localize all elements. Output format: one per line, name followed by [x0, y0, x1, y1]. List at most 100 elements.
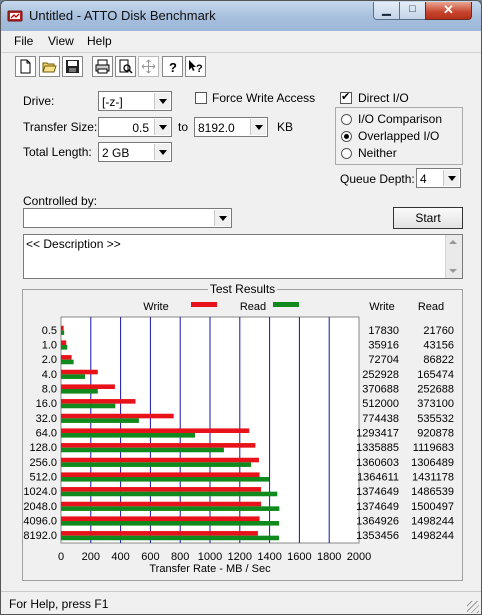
save-icon: [66, 60, 79, 73]
total-length-select[interactable]: 2 GB: [98, 142, 172, 162]
menu-help[interactable]: Help: [87, 34, 112, 48]
description-scrollbar[interactable]: [445, 235, 462, 278]
write-value: 35916: [368, 340, 399, 352]
menu-file[interactable]: File: [14, 34, 33, 48]
force-write-checkbox[interactable]: [195, 92, 207, 104]
window-title: Untitled - ATTO Disk Benchmark: [29, 8, 216, 23]
minimize-button[interactable]: ▁: [373, 2, 400, 20]
write-bar: [61, 399, 136, 404]
x-tick-label: 1200: [228, 551, 252, 563]
write-value: 17830: [368, 325, 399, 337]
x-tick-label: 0: [58, 551, 64, 563]
help-button[interactable]: ?: [162, 56, 183, 77]
chevron-down-icon[interactable]: [214, 210, 230, 226]
overlapped-io-label[interactable]: Overlapped I/O: [358, 129, 439, 143]
print-button[interactable]: [92, 56, 113, 77]
chevron-down-icon[interactable]: [443, 170, 459, 186]
write-value: 1364611: [357, 472, 399, 484]
read-value: 373100: [417, 398, 454, 410]
neither-label[interactable]: Neither: [358, 146, 397, 160]
read-bar: [61, 491, 278, 497]
read-value: 21760: [423, 325, 454, 337]
menu-view[interactable]: View: [48, 34, 74, 48]
category-label: 4.0: [42, 369, 57, 381]
minimize-icon: ▁: [382, 4, 391, 16]
read-bar: [61, 345, 68, 350]
test-results-panel: Test Results Write Read Write Read 0.5 1.…: [22, 282, 463, 581]
drive-select[interactable]: [-z-]: [98, 91, 172, 111]
chevron-down-icon[interactable]: [154, 119, 170, 135]
x-tick-label: 1000: [198, 551, 222, 563]
read-bar: [61, 535, 280, 541]
app-window: Untitled - ATTO Disk Benchmark ▁ □ ✕ Fil…: [0, 0, 482, 615]
write-bar: [61, 428, 250, 433]
description-textarea[interactable]: << Description >>: [23, 234, 463, 279]
transfer-max-select[interactable]: 8192.0: [194, 117, 268, 137]
column-write-header: Write: [369, 301, 394, 313]
print-preview-button[interactable]: [115, 56, 136, 77]
save-button[interactable]: [62, 56, 83, 77]
write-value: 1374649: [356, 501, 399, 513]
results-title-text: Test Results: [207, 282, 278, 296]
read-bar: [61, 477, 270, 482]
read-value: 252688: [417, 384, 454, 396]
maximize-button[interactable]: □: [399, 2, 426, 20]
context-help-button[interactable]: ?: [185, 56, 206, 77]
write-value: 72704: [368, 354, 399, 366]
read-value: 165474: [417, 369, 454, 381]
chevron-down-icon[interactable]: [154, 144, 170, 160]
write-bar: [61, 384, 115, 389]
close-icon: ✕: [443, 2, 454, 17]
chevron-down-icon[interactable]: [250, 119, 266, 135]
move-button[interactable]: [138, 56, 159, 77]
description-text: << Description >>: [26, 237, 121, 251]
write-value: 1293417: [356, 428, 399, 440]
transfer-min-value: 0.5: [132, 121, 149, 135]
category-label: 1.0: [42, 340, 57, 352]
read-value: 1119683: [413, 442, 454, 454]
category-label: 1024.0: [23, 486, 57, 498]
open-button[interactable]: [39, 56, 60, 77]
chevron-down-icon[interactable]: [154, 93, 170, 109]
overlapped-io-radio[interactable]: [341, 131, 352, 142]
transfer-min-select[interactable]: 0.5: [98, 117, 172, 137]
write-bar: [61, 472, 260, 477]
drive-label-text: Drive:: [23, 94, 55, 108]
io-comparison-label[interactable]: I/O Comparison: [358, 112, 442, 126]
controlled-by-select[interactable]: [23, 208, 232, 228]
read-bar: [61, 433, 195, 438]
new-button[interactable]: [15, 56, 36, 77]
read-bar: [61, 389, 98, 394]
menu-bar: File View Help: [1, 31, 481, 51]
write-value: 1353456: [356, 530, 399, 542]
legend-write-swatch: [191, 302, 217, 307]
direct-io-label[interactable]: Direct I/O: [358, 91, 409, 105]
title-bar[interactable]: Untitled - ATTO Disk Benchmark ▁ □ ✕: [1, 1, 481, 32]
total-length-value: 2 GB: [102, 146, 130, 160]
print-preview-icon: [119, 59, 133, 74]
category-label: 2.0: [42, 354, 57, 366]
scroll-down-icon[interactable]: [449, 269, 457, 273]
direct-io-checkbox[interactable]: [340, 90, 352, 104]
svg-text:?: ?: [196, 63, 203, 74]
write-bar: [61, 340, 67, 345]
transfer-size-label: Transfer Size:: [23, 120, 98, 134]
neither-radio[interactable]: [341, 148, 352, 159]
write-value: 512000: [362, 398, 399, 410]
write-bar: [61, 531, 258, 536]
open-folder-icon: [42, 62, 57, 73]
read-value: 1498244: [411, 530, 454, 542]
force-write-label[interactable]: Force Write Access: [212, 91, 315, 105]
move-icon: [141, 59, 156, 74]
queue-depth-select[interactable]: 4: [416, 168, 461, 188]
write-value: 774438: [362, 413, 399, 425]
category-label: 16.0: [36, 398, 57, 410]
close-button[interactable]: ✕: [425, 2, 472, 20]
io-comparison-radio[interactable]: [341, 114, 352, 125]
scroll-up-icon[interactable]: [449, 240, 457, 244]
start-button[interactable]: Start: [393, 207, 463, 229]
results-chart: Write Read Write Read 0.5 1.0 2.0 4.0 8.0 16.…: [23, 301, 454, 575]
x-tick-label: 600: [141, 551, 159, 563]
transfer-max-value: 8192.0: [198, 121, 235, 135]
resize-grip[interactable]: [467, 601, 479, 613]
